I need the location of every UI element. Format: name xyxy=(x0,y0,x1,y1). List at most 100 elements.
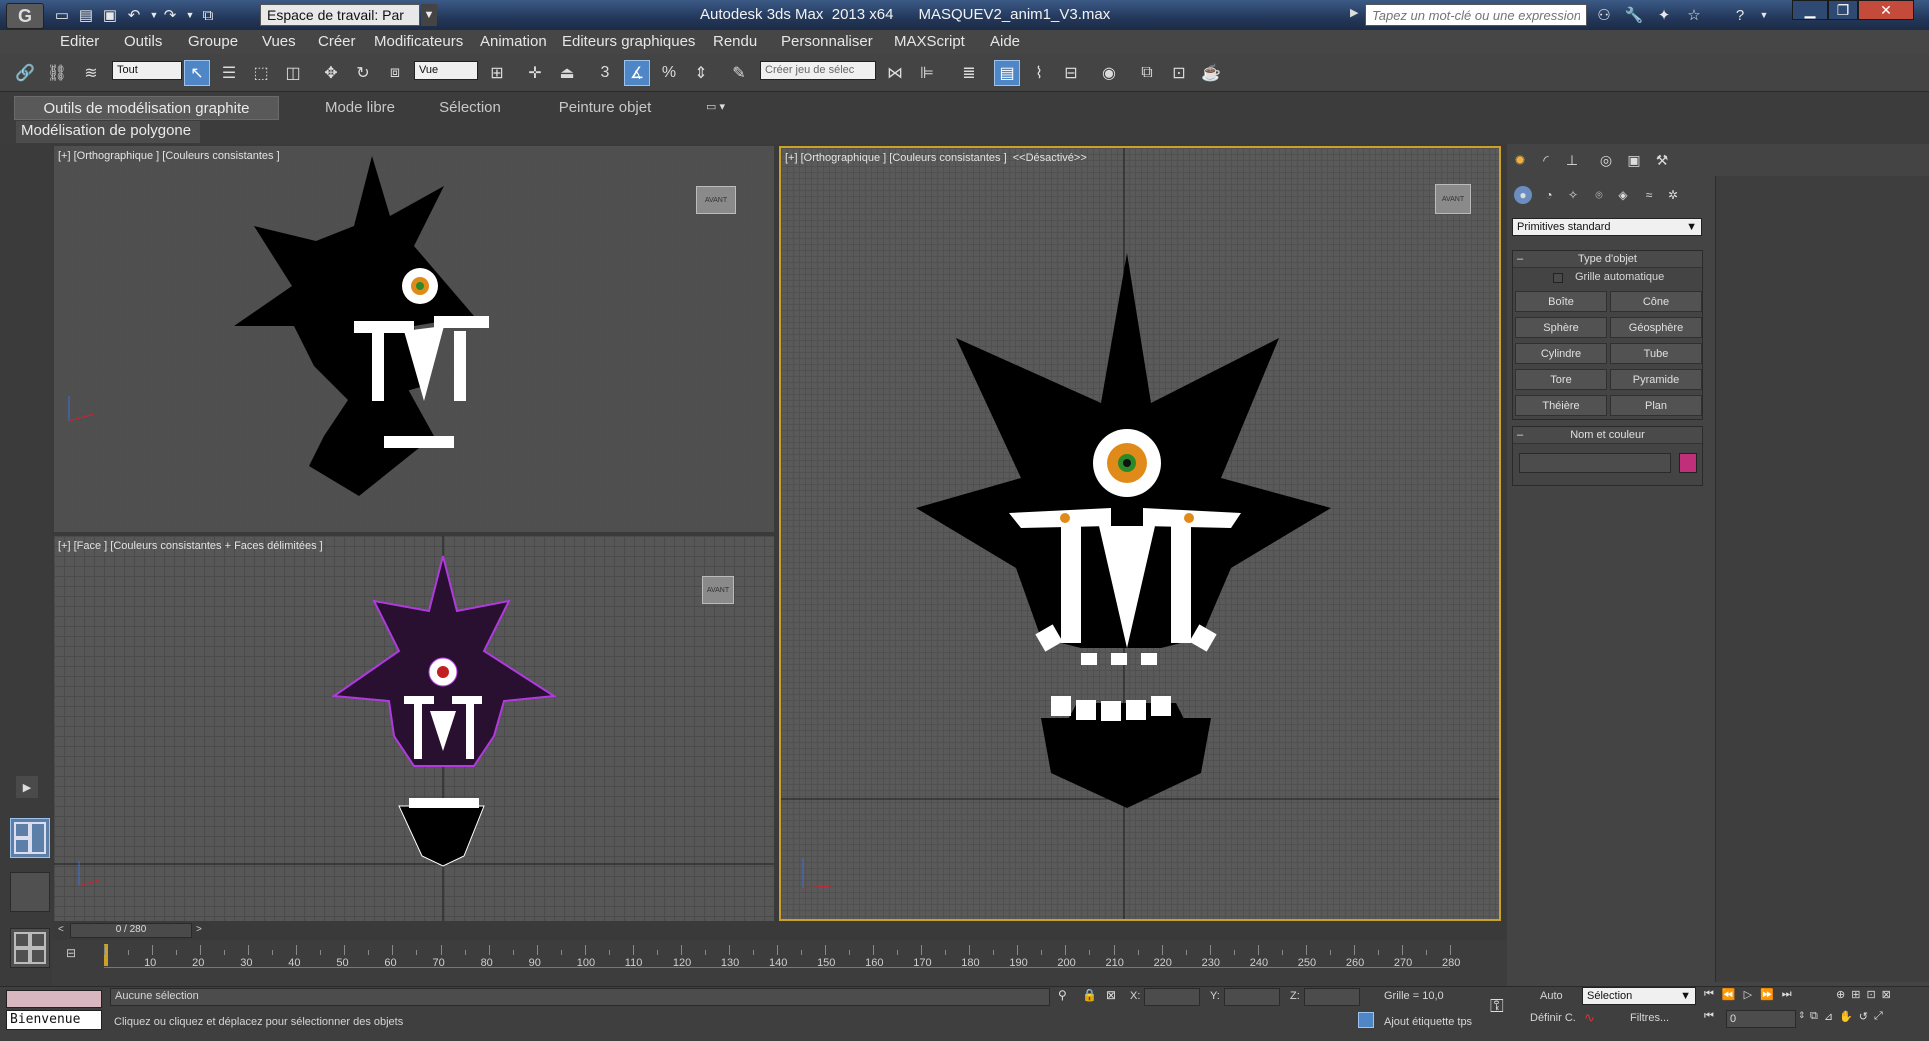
menu-personnaliser[interactable]: Personnaliser xyxy=(781,33,873,50)
chevron-down-icon[interactable]: ▼ xyxy=(421,4,437,26)
time-slider-thumb[interactable]: 0 / 280 xyxy=(70,923,192,938)
selection-filter-select[interactable]: Tout xyxy=(112,61,182,80)
layer-manager-icon[interactable]: ≣ xyxy=(956,60,982,86)
tube-button[interactable]: Tube xyxy=(1610,343,1702,364)
move-icon[interactable]: ✥ xyxy=(318,60,344,86)
select-by-name-icon[interactable]: ☰ xyxy=(216,60,242,86)
motion-tab-icon[interactable]: ◎ xyxy=(1596,150,1616,170)
named-selection-set-select[interactable]: Créer jeu de sélec xyxy=(760,61,876,80)
open-file-icon[interactable]: ▤ xyxy=(76,5,96,25)
box-button[interactable]: Boîte xyxy=(1515,291,1607,312)
key-mode-select[interactable]: Sélection ▼ xyxy=(1582,987,1696,1005)
zoom-all-icon[interactable]: ⊞ xyxy=(1851,988,1860,1006)
curve-editor-icon[interactable]: ⌇ xyxy=(1026,60,1052,86)
spinner-snap-icon[interactable]: ⇕ xyxy=(688,60,714,86)
menu-outils[interactable]: Outils xyxy=(124,33,162,50)
render-setup-icon[interactable]: ⧉ xyxy=(1134,60,1160,86)
viewport-label-right[interactable]: [+] [Orthographique ] [Couleurs consista… xyxy=(785,152,1087,164)
viewport-orthographic-right[interactable]: [+] [Orthographique ] [Couleurs consista… xyxy=(779,146,1501,921)
layout-grid-button[interactable] xyxy=(10,928,50,968)
pyramid-button[interactable]: Pyramide xyxy=(1610,369,1702,390)
time-slider-track[interactable] xyxy=(52,922,1507,940)
viewport-orthographic-top-left[interactable]: [+] [Orthographique ] [Couleurs consista… xyxy=(54,146,774,532)
subscription-icon[interactable]: 🔧 xyxy=(1624,5,1644,25)
close-button[interactable]: ✕ xyxy=(1858,0,1914,20)
autogrid-checkbox[interactable] xyxy=(1553,273,1563,283)
zoom-icon[interactable]: ⊕ xyxy=(1836,988,1845,1006)
zoom-extents-all-icon[interactable]: ⊠ xyxy=(1882,988,1891,1006)
object-type-title[interactable]: – Type d'objet xyxy=(1513,251,1702,268)
current-frame-input[interactable] xyxy=(1726,1010,1796,1028)
absolute-mode-icon[interactable]: ⊠ xyxy=(1106,988,1122,1006)
create-tab-icon[interactable]: ✹ xyxy=(1510,150,1530,170)
save-icon[interactable]: ▣ xyxy=(100,5,120,25)
project-folder-icon[interactable]: ⧉ xyxy=(198,5,218,25)
menu-aide[interactable]: Aide xyxy=(990,33,1020,50)
graphite-ribbon-icon[interactable]: ▤ xyxy=(994,60,1020,86)
window-crossing-icon[interactable]: ◫ xyxy=(280,60,306,86)
material-editor-icon[interactable]: ◉ xyxy=(1096,60,1122,86)
menu-vues[interactable]: Vues xyxy=(262,33,296,50)
link-icon[interactable]: 🔗 xyxy=(12,60,38,86)
menu-editer[interactable]: Editer xyxy=(60,33,99,50)
redo-icon[interactable]: ↷ xyxy=(160,5,180,25)
select-manipulate-icon[interactable]: ✛ xyxy=(522,60,548,86)
minimize-button[interactable]: ▁ xyxy=(1792,0,1828,20)
systems-icon[interactable]: ✲ xyxy=(1664,186,1682,204)
scale-icon[interactable]: ⧈ xyxy=(382,60,408,86)
app-logo-button[interactable]: G xyxy=(6,3,44,29)
object-name-input[interactable] xyxy=(1519,453,1671,473)
viewport-label-top-left[interactable]: [+] [Orthographique ] [Couleurs consista… xyxy=(58,150,280,162)
redo-dropdown-icon[interactable]: ▼ xyxy=(180,5,200,25)
favorites-star-icon[interactable]: ☆ xyxy=(1684,5,1704,25)
menu-animation[interactable]: Animation xyxy=(480,33,547,50)
shapes-icon[interactable]: ◔ xyxy=(1540,186,1558,204)
select-object-icon[interactable]: ↖ xyxy=(184,60,210,86)
angle-snap-icon[interactable]: ∡ xyxy=(624,60,650,86)
schematic-view-icon[interactable]: ⊟ xyxy=(1058,60,1084,86)
snaps-toggle-icon[interactable]: 3 xyxy=(592,60,618,86)
time-next-icon[interactable]: > xyxy=(196,924,202,935)
help-dropdown-icon[interactable]: ▼ xyxy=(1754,5,1774,25)
new-file-icon[interactable]: ▭ xyxy=(52,5,72,25)
menu-modificateurs[interactable]: Modificateurs xyxy=(374,33,463,50)
add-time-tag-label[interactable]: Ajout étiquette tps xyxy=(1384,1016,1472,1028)
viewcube-bottom-left[interactable]: AVANT xyxy=(702,576,734,604)
viewport-front-bottom-left[interactable]: [+] [Face ] [Couleurs consistantes + Fac… xyxy=(54,536,774,921)
maximize-button[interactable]: ❐ xyxy=(1828,0,1858,20)
sphere-button[interactable]: Sphère xyxy=(1515,317,1607,338)
keyboard-shortcut-override-icon[interactable]: ⏏ xyxy=(554,60,580,86)
z-coordinate-input[interactable] xyxy=(1304,988,1360,1006)
search-expand-icon[interactable]: ▶ xyxy=(1350,6,1362,24)
binoculars-icon[interactable]: ⚇ xyxy=(1594,5,1614,25)
teapot-button[interactable]: Théière xyxy=(1515,395,1607,416)
hierarchy-tab-icon[interactable]: ⊥ xyxy=(1562,150,1582,170)
geometry-icon[interactable]: ● xyxy=(1514,186,1532,204)
communication-icon[interactable]: ✦ xyxy=(1654,5,1674,25)
display-tab-icon[interactable]: ▣ xyxy=(1624,150,1644,170)
unlink-icon[interactable]: ⛓ xyxy=(44,60,70,86)
help-icon[interactable]: ? xyxy=(1730,5,1750,25)
reference-coord-select[interactable]: Vue xyxy=(414,61,478,80)
pan-icon[interactable]: ✋ xyxy=(1839,1010,1853,1028)
key-filters-curve-icon[interactable]: ∿ xyxy=(1584,1010,1604,1028)
space-warps-icon[interactable]: ≈ xyxy=(1640,186,1658,204)
previous-frame-icon[interactable]: ⏪ xyxy=(1722,988,1736,1006)
tab-selection[interactable]: Sélection xyxy=(420,96,520,118)
cameras-icon[interactable]: ⌾ xyxy=(1590,186,1608,204)
menu-groupe[interactable]: Groupe xyxy=(188,33,238,50)
viewport-label-bottom-left[interactable]: [+] [Face ] [Couleurs consistantes + Fac… xyxy=(58,540,323,552)
add-time-tag-icon[interactable] xyxy=(1358,1012,1374,1028)
helpers-icon[interactable]: ◈ xyxy=(1614,186,1632,204)
menu-editeurs-graphiques[interactable]: Editeurs graphiques xyxy=(562,33,695,50)
object-color-swatch[interactable] xyxy=(1679,453,1697,473)
set-key-icon[interactable]: ⚿ xyxy=(1490,996,1520,1020)
modify-tab-icon[interactable]: ◜ xyxy=(1536,150,1556,170)
menu-maxscript[interactable]: MAXScript xyxy=(894,33,965,50)
workspace-select[interactable]: Espace de travail: Par xyxy=(260,4,420,26)
rendered-frame-window-icon[interactable]: ⊡ xyxy=(1166,60,1192,86)
set-key-label[interactable]: Définir C. xyxy=(1530,1012,1576,1024)
frame-spinner-icon[interactable]: ⇕ xyxy=(1798,1010,1808,1028)
object-category-select[interactable]: Primitives standard ▼ xyxy=(1512,218,1702,236)
torus-button[interactable]: Tore xyxy=(1515,369,1607,390)
